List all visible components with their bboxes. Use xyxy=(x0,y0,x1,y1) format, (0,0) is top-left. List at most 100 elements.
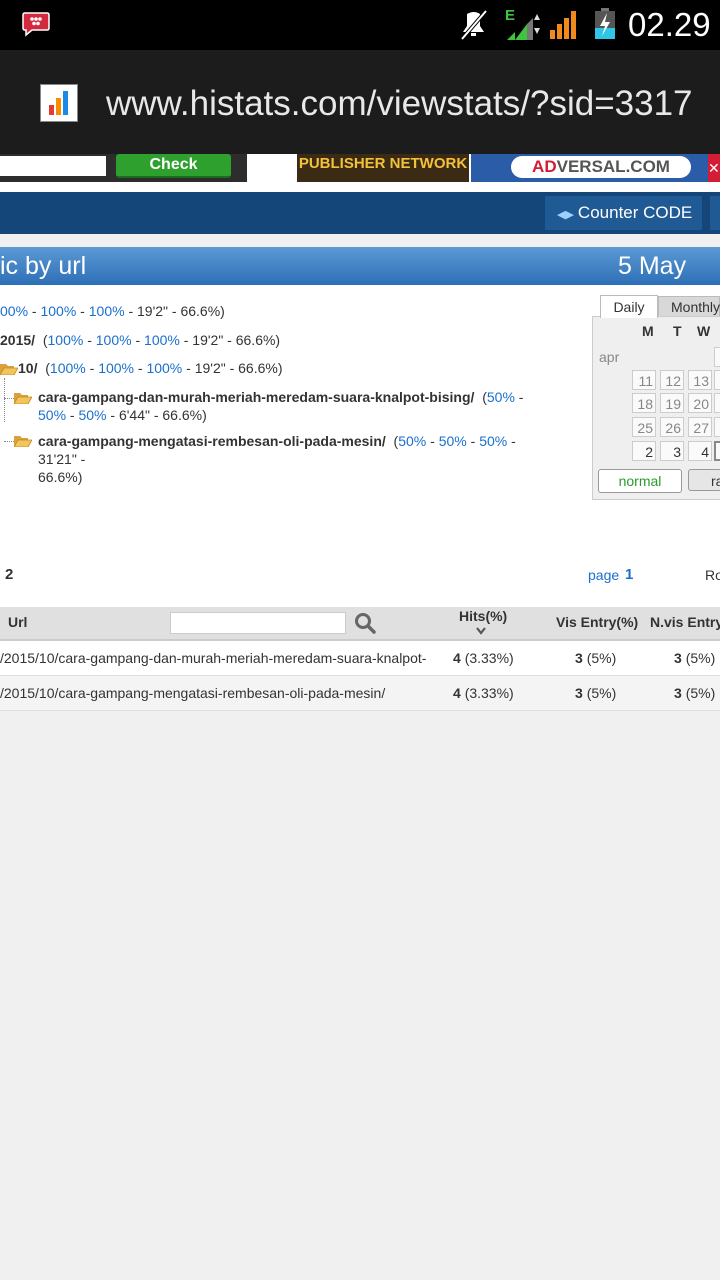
calendar-day-cell[interactable]: 4 xyxy=(688,441,712,461)
url-field[interactable]: www.histats.com/viewstats/?sid=3317 xyxy=(106,82,720,126)
table-row[interactable]: /2015/10/cara-gampang-mengatasi-rembesan… xyxy=(0,676,720,711)
section-title-bar xyxy=(0,247,720,285)
url-filter-input[interactable] xyxy=(170,612,346,634)
calendar-day-cell[interactable]: 13 xyxy=(688,370,712,390)
section-title: ic by url xyxy=(0,252,87,280)
tree-2015-name[interactable]: 2015/ xyxy=(0,332,35,348)
tree-2015-p2[interactable]: 100% xyxy=(96,332,132,348)
network-type-label: E xyxy=(505,7,515,24)
folder-open-icon xyxy=(0,364,18,375)
row-hits-pct: (3.33%) xyxy=(464,685,514,701)
calendar-day-cell-selected[interactable] xyxy=(714,441,720,461)
ad-search-input[interactable] xyxy=(0,156,106,176)
counter-code-label: Counter CODE xyxy=(577,203,693,222)
calendar-day-cell[interactable] xyxy=(714,347,720,367)
tree-2015-p3[interactable]: 100% xyxy=(144,332,180,348)
calendar-day-cell[interactable]: 19 xyxy=(660,393,684,413)
publisher-network-label: PUBLISHER NETWORK xyxy=(298,155,468,172)
calendar-day-header: T xyxy=(673,323,682,339)
calendar-day-cell[interactable]: 20 xyxy=(688,393,712,413)
adversal-logo-prefix: AD xyxy=(532,157,557,176)
tree-root-p1[interactable]: 00% xyxy=(0,303,28,319)
column-header-vis-entry[interactable]: Vis Entry(%) xyxy=(556,614,638,630)
adversal-logo: ADVERSAL.COM xyxy=(511,156,691,178)
row-nvis: 3 xyxy=(674,650,682,666)
tree-root-p2[interactable]: 100% xyxy=(40,303,76,319)
folder-open-icon xyxy=(14,393,32,404)
calendar-day-header: M xyxy=(642,323,654,339)
tree-knalpot-p3[interactable]: 50% xyxy=(78,407,106,423)
tree-10-p1[interactable]: 100% xyxy=(50,360,86,376)
tab-monthly[interactable]: Monthly xyxy=(658,296,720,316)
row-nvis-pct: (5%) xyxy=(685,685,716,701)
tree-10-tail: - 19'2" - 66.6%) xyxy=(182,360,283,376)
row-nvis-pct: (5%) xyxy=(685,650,716,666)
page-label: page xyxy=(588,567,620,583)
nav-next-button[interactable] xyxy=(710,196,720,230)
range-view-button[interactable]: ra xyxy=(688,469,720,491)
bbm-notification-icon xyxy=(22,12,50,37)
calendar-day-cell[interactable] xyxy=(714,393,720,413)
tree-oli-name[interactable]: cara-gampang-mengatasi-rembesan-oli-pada… xyxy=(38,433,386,449)
calendar-day-cell[interactable]: 2 xyxy=(632,441,656,461)
row-hits-pct: (3.33%) xyxy=(464,650,514,666)
column-header-nvis-entry[interactable]: N.vis Entry(%) xyxy=(650,614,720,630)
tree-connector-branch xyxy=(4,441,14,443)
page-number-link[interactable]: 1 xyxy=(625,566,633,583)
row-hits: 4 xyxy=(453,685,461,701)
row-url[interactable]: /2015/10/cara-gampang-dan-murah-meriah-m… xyxy=(0,650,426,666)
column-header-hits[interactable]: Hits(%) xyxy=(459,608,507,624)
tree-connector-branch xyxy=(4,398,14,400)
calendar-day-cell[interactable]: 25 xyxy=(632,417,656,437)
row-vis: 3 xyxy=(575,685,583,701)
calendar-day-cell[interactable]: 27 xyxy=(688,417,712,437)
normal-view-button[interactable]: normal xyxy=(598,469,682,493)
tree-knalpot-p2[interactable]: 50% xyxy=(38,407,66,423)
check-button[interactable]: Check xyxy=(116,154,231,178)
tree-oli-tail-2: 66.6%) xyxy=(38,469,83,485)
tree-oli-p1[interactable]: 50% xyxy=(398,433,426,449)
calendar-day-cell[interactable]: 3 xyxy=(660,441,684,461)
counter-code-button[interactable]: ◀▶ Counter CODE xyxy=(545,196,702,230)
table-row[interactable]: /2015/10/cara-gampang-dan-murah-meriah-m… xyxy=(0,641,720,676)
column-header-url[interactable]: Url xyxy=(8,614,27,630)
ad-close-button[interactable]: ✕ xyxy=(708,154,720,182)
tree-2015-p1[interactable]: 100% xyxy=(48,332,84,348)
search-icon[interactable] xyxy=(354,612,376,634)
code-arrows-icon: ◀▶ xyxy=(557,209,574,221)
tree-oli-p2[interactable]: 50% xyxy=(439,433,467,449)
results-count: 2 xyxy=(5,566,14,583)
calendar-day-cell[interactable]: 11 xyxy=(632,370,656,390)
row-nvis: 3 xyxy=(674,685,682,701)
tree-item-10: 10/ (100% - 100% - 100% - 19'2" - 66.6%) xyxy=(18,360,283,376)
calendar-day-cell[interactable] xyxy=(714,370,720,390)
tree-connector-line xyxy=(4,378,6,422)
calendar-day-cell[interactable]: 12 xyxy=(660,370,684,390)
row-vis: 3 xyxy=(575,650,583,666)
calendar-day-cell[interactable]: 18 xyxy=(632,393,656,413)
rows-label: Ro xyxy=(705,567,720,583)
histats-favicon-icon xyxy=(40,84,78,122)
status-clock: 02.29 xyxy=(628,6,711,43)
tree-knalpot-tail: - 6'44" - 66.6%) xyxy=(106,407,207,423)
row-hits: 4 xyxy=(453,650,461,666)
adversal-logo-suffix: VERSAL.COM xyxy=(556,157,670,176)
row-url[interactable]: /2015/10/cara-gampang-mengatasi-rembesan… xyxy=(0,685,385,701)
calendar-day-header: W xyxy=(697,323,711,339)
tab-daily[interactable]: Daily xyxy=(600,295,658,318)
tree-knalpot-name[interactable]: cara-gampang-dan-murah-meriah-meredam-su… xyxy=(38,389,474,405)
calendar-day-cell[interactable] xyxy=(714,417,720,437)
sort-desc-icon[interactable] xyxy=(475,626,487,636)
tree-item-root: 00% - 100% - 100% - 19'2" - 66.6%) xyxy=(0,303,225,319)
tree-10-p3[interactable]: 100% xyxy=(146,360,182,376)
tree-oli-p3[interactable]: 50% xyxy=(479,433,507,449)
tree-10-p2[interactable]: 100% xyxy=(98,360,134,376)
calendar-day-cell[interactable]: 26 xyxy=(660,417,684,437)
tree-root-p3[interactable]: 100% xyxy=(89,303,125,319)
tree-item-oli: cara-gampang-mengatasi-rembesan-oli-pada… xyxy=(38,433,516,485)
tree-item-2015: 2015/ (100% - 100% - 100% - 19'2" - 66.6… xyxy=(0,332,281,348)
tree-knalpot-p1[interactable]: 50% xyxy=(487,389,515,405)
publisher-network-banner[interactable]: PUBLISHER NETWORK xyxy=(297,154,469,182)
mobile-signal-icon: E xyxy=(505,7,540,40)
tree-10-name[interactable]: 10/ xyxy=(18,360,37,376)
